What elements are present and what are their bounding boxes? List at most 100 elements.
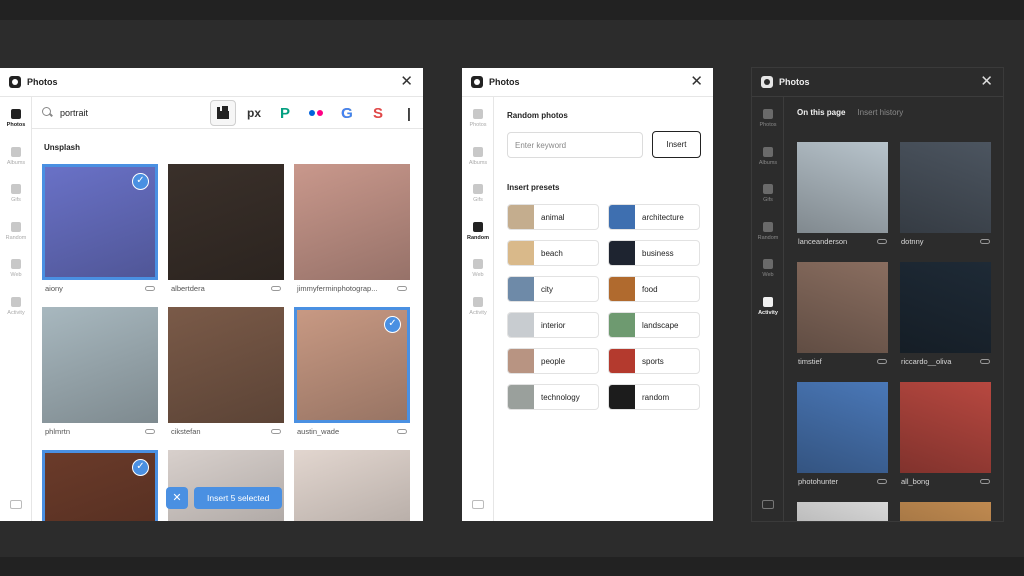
photo-tile[interactable] bbox=[294, 450, 410, 521]
sidebar-item-albums[interactable]: Albums bbox=[752, 143, 784, 175]
sidebar-item-random[interactable]: Random bbox=[752, 218, 784, 250]
flickr-icon[interactable] bbox=[303, 100, 329, 126]
photo-author[interactable]: all_bong bbox=[901, 477, 929, 486]
sidebar-item-activity[interactable]: Activity bbox=[0, 293, 32, 325]
photo-thumbnail[interactable]: ✓ bbox=[294, 307, 410, 423]
photo-tile[interactable]: photohunter bbox=[797, 382, 888, 489]
photo-tile[interactable]: cikstefan bbox=[168, 307, 284, 439]
photo-author[interactable]: albertdera bbox=[171, 284, 205, 293]
500px-icon[interactable]: px bbox=[241, 100, 267, 126]
preset-food[interactable]: food bbox=[608, 276, 700, 302]
photo-thumbnail[interactable] bbox=[900, 382, 991, 473]
sidebar-item-web[interactable]: Web bbox=[0, 255, 32, 287]
unsplash-icon[interactable] bbox=[210, 100, 236, 126]
image-toggle-icon[interactable] bbox=[10, 500, 22, 509]
keyword-input[interactable] bbox=[507, 132, 643, 158]
other-source-icon[interactable]: | bbox=[396, 100, 422, 126]
link-icon[interactable] bbox=[271, 285, 281, 291]
close-icon[interactable]: ✕ bbox=[980, 74, 993, 90]
photo-thumbnail[interactable] bbox=[900, 502, 991, 521]
photo-tile[interactable]: riccardo__oliva bbox=[900, 262, 991, 369]
image-toggle-icon[interactable] bbox=[762, 500, 774, 509]
photo-tile[interactable] bbox=[797, 502, 888, 521]
photo-tile[interactable]: ✓ austin_wade bbox=[294, 307, 410, 439]
image-toggle-icon[interactable] bbox=[472, 500, 484, 509]
sidebar-item-random[interactable]: Random bbox=[462, 218, 494, 250]
photo-tile[interactable]: ✓ aiony bbox=[42, 164, 158, 296]
sidebar-item-albums[interactable]: Albums bbox=[462, 143, 494, 175]
sidebar-item-gifs[interactable]: Gifs bbox=[462, 180, 494, 212]
link-icon[interactable] bbox=[980, 238, 990, 244]
preset-business[interactable]: business bbox=[608, 240, 700, 266]
photo-author[interactable]: austin_wade bbox=[297, 427, 339, 436]
preset-technology[interactable]: technology bbox=[507, 384, 599, 410]
photo-thumbnail[interactable] bbox=[797, 262, 888, 353]
sidebar-item-web[interactable]: Web bbox=[752, 255, 784, 287]
insert-button[interactable]: Insert bbox=[652, 131, 701, 158]
photo-tile[interactable]: ✓ bbox=[42, 450, 158, 521]
link-icon[interactable] bbox=[980, 478, 990, 484]
photo-thumbnail[interactable] bbox=[168, 164, 284, 280]
photo-tile[interactable]: all_bong bbox=[900, 382, 991, 489]
photo-author[interactable]: phlmrtn bbox=[45, 427, 70, 436]
photo-tile[interactable]: albertdera bbox=[168, 164, 284, 296]
preset-interior[interactable]: interior bbox=[507, 312, 599, 338]
sidebar-item-random[interactable]: Random bbox=[0, 218, 32, 250]
photo-thumbnail[interactable] bbox=[42, 307, 158, 423]
sidebar-item-gifs[interactable]: Gifs bbox=[752, 180, 784, 212]
check-icon[interactable]: ✓ bbox=[384, 316, 401, 333]
photo-tile[interactable] bbox=[900, 502, 991, 521]
photo-thumbnail[interactable] bbox=[900, 262, 991, 353]
preset-sports[interactable]: sports bbox=[608, 348, 700, 374]
photo-author[interactable]: aiony bbox=[45, 284, 63, 293]
sidebar-item-activity[interactable]: Activity bbox=[462, 293, 494, 325]
photo-author[interactable]: photohunter bbox=[798, 477, 838, 486]
clear-selection-button[interactable]: ✕ bbox=[166, 487, 188, 509]
photo-thumbnail[interactable]: ✓ bbox=[42, 450, 158, 521]
photo-tile[interactable]: timstief bbox=[797, 262, 888, 369]
preset-animal[interactable]: animal bbox=[507, 204, 599, 230]
link-icon[interactable] bbox=[980, 358, 990, 364]
check-icon[interactable]: ✓ bbox=[132, 173, 149, 190]
photo-author[interactable]: cikstefan bbox=[171, 427, 201, 436]
link-icon[interactable] bbox=[397, 428, 407, 434]
close-icon[interactable]: ✕ bbox=[690, 74, 703, 90]
photo-thumbnail[interactable] bbox=[797, 142, 888, 233]
tab-insert-history[interactable]: Insert history bbox=[857, 108, 903, 117]
preset-landscape[interactable]: landscape bbox=[608, 312, 700, 338]
photo-thumbnail[interactable] bbox=[168, 307, 284, 423]
pexels-icon[interactable]: P bbox=[272, 100, 298, 126]
link-icon[interactable] bbox=[397, 285, 407, 291]
photo-thumbnail[interactable] bbox=[797, 502, 888, 521]
check-icon[interactable]: ✓ bbox=[132, 459, 149, 476]
sidebar-item-photos[interactable]: Photos bbox=[752, 105, 784, 137]
google-icon[interactable]: G bbox=[334, 100, 360, 126]
preset-architecture[interactable]: architecture bbox=[608, 204, 700, 230]
sidebar-item-albums[interactable]: Albums bbox=[0, 143, 32, 175]
insert-selected-button[interactable]: Insert 5 selected bbox=[194, 487, 283, 509]
photo-thumbnail[interactable] bbox=[294, 164, 410, 280]
sidebar-item-web[interactable]: Web bbox=[462, 255, 494, 287]
search-input[interactable] bbox=[60, 105, 180, 121]
link-icon[interactable] bbox=[877, 358, 887, 364]
preset-beach[interactable]: beach bbox=[507, 240, 599, 266]
link-icon[interactable] bbox=[877, 478, 887, 484]
photo-author[interactable]: dotnny bbox=[901, 237, 924, 246]
photo-author[interactable]: lanceanderson bbox=[798, 237, 847, 246]
link-icon[interactable] bbox=[877, 238, 887, 244]
photo-thumbnail[interactable]: ✓ bbox=[42, 164, 158, 280]
photo-author[interactable]: timstief bbox=[798, 357, 822, 366]
link-icon[interactable] bbox=[271, 428, 281, 434]
photo-tile[interactable]: phlmrtn bbox=[42, 307, 158, 439]
shutterstock-icon[interactable]: S bbox=[365, 100, 391, 126]
photo-thumbnail[interactable] bbox=[294, 450, 410, 521]
preset-random[interactable]: random bbox=[608, 384, 700, 410]
sidebar-item-activity[interactable]: Activity bbox=[752, 293, 784, 325]
photo-tile[interactable]: dotnny bbox=[900, 142, 991, 249]
sidebar-item-photos[interactable]: Photos bbox=[462, 105, 494, 137]
tab-on-this-page[interactable]: On this page bbox=[797, 108, 845, 117]
photo-thumbnail[interactable] bbox=[168, 450, 284, 521]
link-icon[interactable] bbox=[145, 428, 155, 434]
photo-tile[interactable] bbox=[168, 450, 284, 521]
photo-tile[interactable]: lanceanderson bbox=[797, 142, 888, 249]
